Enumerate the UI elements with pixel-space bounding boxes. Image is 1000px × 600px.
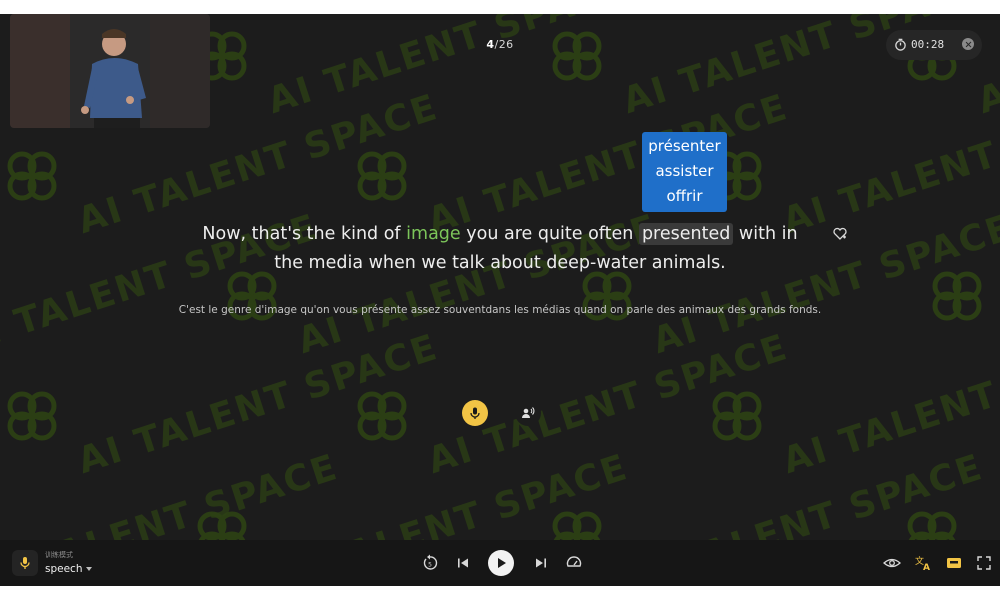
watermark-text: AI TALENT SPACE [262,14,634,123]
page-bottom-margin [0,586,1000,600]
watermark-text: AI TALENT SPACE [777,327,1000,483]
timer-pill: 00:28 [886,30,982,60]
microphone-mode-icon [20,557,30,569]
svg-text:5: 5 [428,562,432,569]
speed-icon[interactable] [564,553,584,573]
progress-total: 26 [498,38,514,51]
translate-icon[interactable]: 文 A [913,553,933,573]
record-button[interactable] [462,400,488,426]
close-icon[interactable] [962,38,974,50]
listen-original-button[interactable] [515,400,541,426]
watermark-logo [357,151,407,201]
watermark-text: AI TALENT SPACE [973,447,1000,540]
watermark-logo [197,511,247,540]
timer-value: 00:28 [911,38,945,51]
watermark-logo [552,511,602,540]
mode-icon-button[interactable] [12,550,38,576]
eye-icon[interactable] [882,553,902,573]
next-icon[interactable] [531,553,551,573]
watermark-logo [907,511,957,540]
fullscreen-icon[interactable] [974,553,994,573]
svg-text:A: A [923,563,930,573]
timer-icon [895,38,906,51]
watermark-text: AI TALENT SPACE [972,14,1000,123]
watermark-text: AI TALENT SPACE [262,446,634,540]
progress-counter: 4/26 [0,38,1000,51]
watermark-text: AI TALENT SPACE [422,86,794,243]
watermark-text: AI TALENT SPACE [72,326,444,483]
sentence-text: Now, that's the kind of image you are qu… [180,220,820,278]
watermark-text: AI TALENT SPACE [777,87,1000,243]
watermark-logo [357,391,407,441]
mic-icon [470,407,480,419]
mode-select[interactable]: speech [45,563,93,575]
translation-options-popup: présenter assister offrir [642,132,727,212]
mode-label: 训练模式 [45,551,73,559]
replay-icon[interactable]: 5 [420,553,440,573]
speaker-person-icon [522,407,535,418]
sentence-part[interactable]: with in [733,224,798,244]
popup-option[interactable]: assister [642,159,727,184]
favorite-heart-icon[interactable] [832,226,848,242]
watermark-logo [712,391,762,441]
sentence-part[interactable]: you are quite often [461,224,639,244]
subtitle-icon[interactable] [944,553,964,573]
previous-icon[interactable] [453,553,473,573]
speaker-video[interactable] [10,14,210,128]
play-icon[interactable] [488,550,514,576]
bottom-control-bar: 训练模式 speech 5 文 A [0,540,1000,586]
popup-option[interactable]: présenter [642,134,727,159]
watermark-logo [7,151,57,201]
watermark-logo [552,31,602,81]
mode-value: speech [45,563,83,575]
watermark-logo [7,391,57,441]
watermark-text: AI TALENT SPACE [617,446,989,540]
sentence-part[interactable]: Now, that's the kind of [202,224,406,244]
practice-stage: AI TALENT SPACEAI TALENT SPACEAI TALENT … [0,14,1000,540]
watermark-logo [932,271,982,321]
popup-option[interactable]: offrir [642,184,727,209]
speaker-video-frame [10,14,210,128]
sentence-selected-word[interactable]: presented [638,223,734,245]
translation-text: C'est le genre d'image qu'on vous présen… [178,304,822,316]
sentence-highlight-word[interactable]: image [406,224,461,244]
chevron-down-icon [86,567,93,571]
watermark-text: AI TALENT SPACE [0,446,344,540]
sentence-line-2[interactable]: the media when we talk about deep-water … [274,253,726,273]
